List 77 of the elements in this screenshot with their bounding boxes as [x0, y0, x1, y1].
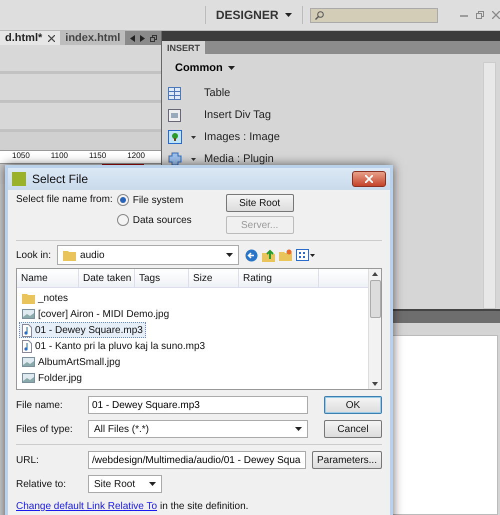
folder-icon: [63, 249, 76, 261]
left-arrow-icon[interactable]: [130, 34, 135, 42]
close-icon[interactable]: [48, 34, 56, 42]
document-tab[interactable]: d.html*: [0, 31, 60, 45]
file-row[interactable]: 01 - Kanto pri la pluvo kaj la suno.mp3: [19, 338, 208, 354]
scroll-down-icon[interactable]: [372, 382, 378, 386]
source-button[interactable]: Site Root: [226, 194, 294, 212]
change-link-relative-link[interactable]: Change default Link Relative To: [16, 501, 158, 512]
app-icon: [12, 172, 26, 186]
cancel-button[interactable]: Cancel: [324, 420, 382, 438]
folder-icon: [22, 292, 35, 304]
file-row[interactable]: Folder.jpg: [19, 370, 85, 386]
source-label: Select file name from:: [16, 194, 113, 207]
insert-item[interactable]: Insert Div Tag: [204, 109, 272, 121]
div-tag-icon: [168, 108, 181, 122]
caret-icon: [228, 66, 235, 70]
source-radio[interactable]: Data sources: [116, 214, 192, 226]
plugin-icon: [168, 152, 182, 166]
caret-icon: [149, 482, 156, 486]
ruler: 1050 1100 1150 1200: [0, 150, 161, 164]
restore-icon[interactable]: [476, 11, 484, 19]
column-header[interactable]: Date taken: [79, 269, 135, 287]
insert-item[interactable]: Images : Image: [204, 131, 280, 143]
file-name-label: File name:: [16, 400, 64, 410]
look-in-dropdown[interactable]: audio: [57, 245, 240, 265]
dropdown-icon[interactable]: [190, 136, 196, 138]
look-in-label: Look in:: [16, 250, 52, 260]
file-row[interactable]: AlbumArtSmall.jpg: [19, 354, 124, 370]
image-icon: [168, 130, 182, 144]
dialog-title: Select File: [32, 172, 88, 186]
insert-item[interactable]: Table: [204, 87, 230, 99]
scroll-up-icon[interactable]: [372, 272, 378, 276]
new-folder-icon[interactable]: [279, 249, 292, 261]
close-icon: [365, 175, 373, 183]
scrollbar[interactable]: [368, 269, 381, 389]
file-row[interactable]: [cover] Airon - MIDI Demo.jpg: [19, 306, 172, 322]
site-definition-note: in the site definition.: [160, 501, 248, 512]
audio-file-icon: [22, 324, 32, 336]
insert-item[interactable]: Media : Plugin: [204, 153, 274, 165]
dropdown-icon[interactable]: [190, 158, 196, 160]
table-icon: [168, 86, 181, 100]
url-field[interactable]: /webdesign/Multimedia/audio/01 - Dewey Squa: [88, 451, 306, 469]
view-menu-icon[interactable]: [296, 249, 316, 261]
workspace-switcher[interactable]: DESIGNER: [214, 8, 294, 22]
right-arrow-icon[interactable]: [140, 34, 145, 42]
file-type-label: Files of type:: [16, 424, 74, 434]
panel-tab[interactable]: INSERT: [162, 41, 206, 54]
image-file-icon: [22, 373, 35, 383]
up-folder-icon[interactable]: [262, 248, 276, 262]
column-header[interactable]: Rating: [239, 269, 319, 287]
image-file-icon: [22, 357, 35, 367]
search-field[interactable]: [310, 8, 438, 22]
ok-button[interactable]: OK: [324, 396, 382, 414]
caret-icon: [284, 13, 292, 17]
close-button[interactable]: [352, 171, 386, 187]
category-dropdown[interactable]: Common: [175, 62, 235, 74]
restore-icon[interactable]: [150, 34, 157, 42]
caret-icon: [295, 427, 302, 431]
column-header[interactable]: Size: [189, 269, 239, 287]
document-tab[interactable]: index.html: [60, 31, 126, 45]
scrollbar[interactable]: [483, 62, 496, 309]
file-row[interactable]: 01 - Dewey Square.mp3: [19, 322, 146, 338]
file-name-field[interactable]: 01 - Dewey Square.mp3: [88, 396, 308, 414]
column-header[interactable]: Tags: [135, 269, 189, 287]
audio-file-icon: [22, 340, 32, 352]
relative-to-dropdown[interactable]: Site Root: [88, 475, 162, 493]
back-icon[interactable]: [245, 248, 258, 262]
caret-icon: [226, 253, 234, 257]
column-header[interactable]: Name: [17, 269, 79, 287]
file-type-dropdown[interactable]: All Files (*.*): [88, 420, 308, 438]
search-icon: [315, 10, 324, 20]
relative-to-label: Relative to:: [16, 478, 68, 490]
parameters-button[interactable]: Parameters...: [312, 451, 382, 469]
image-file-icon: [22, 309, 35, 319]
url-label: URL:: [16, 454, 40, 466]
file-row[interactable]: _notes: [19, 290, 72, 306]
source-radio[interactable]: File system: [116, 194, 192, 206]
